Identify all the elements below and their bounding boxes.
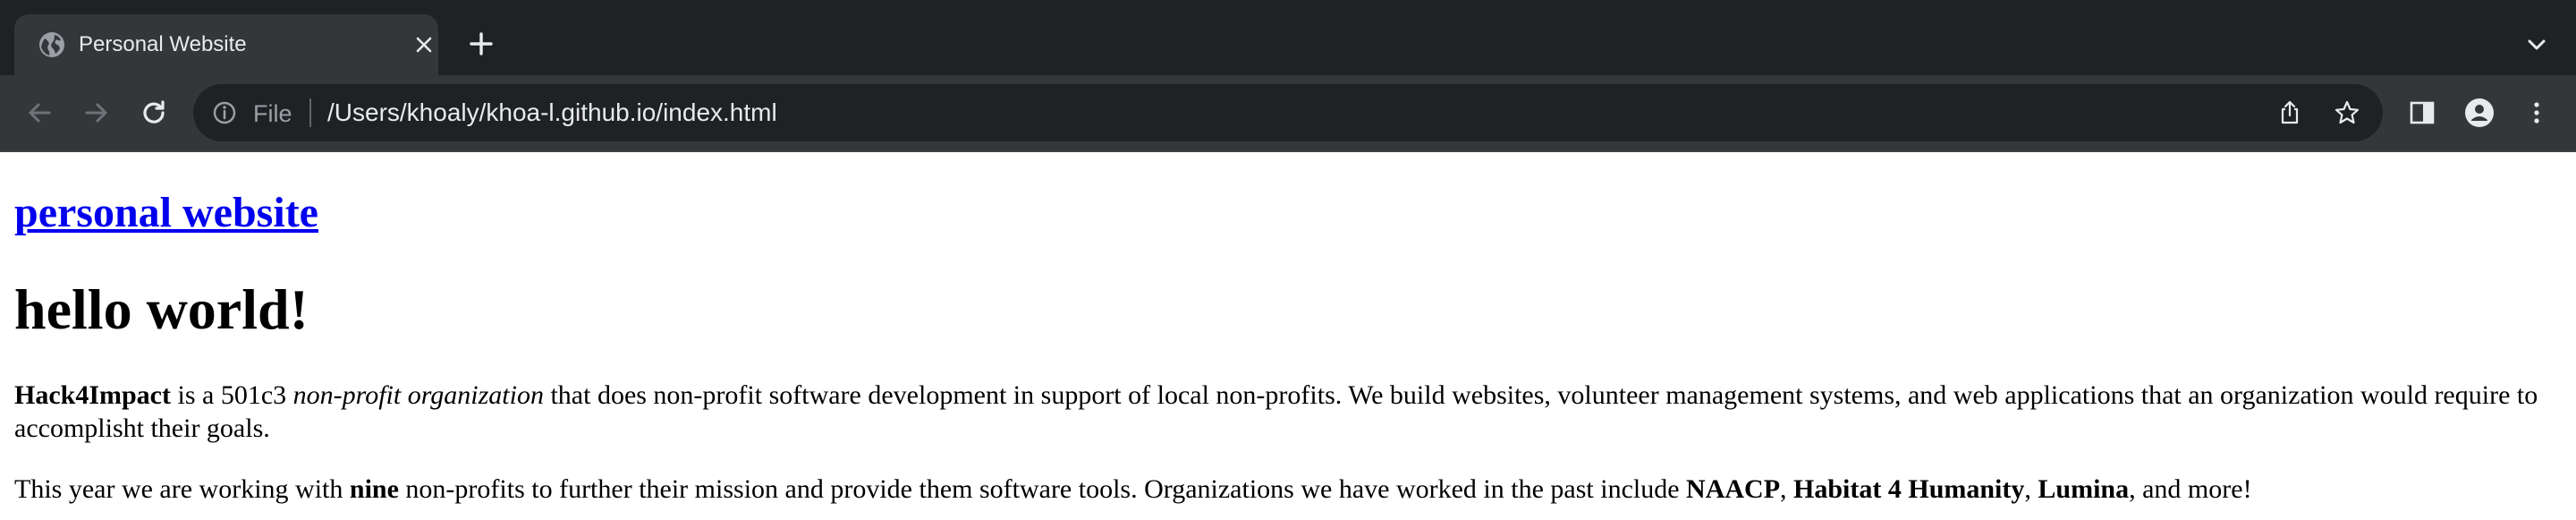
tab-strip: Personal Website — [0, 0, 2576, 75]
separator: , — [2024, 474, 2038, 504]
intro-paragraph: Hack4Impact is a 501c3 non-profit organi… — [14, 379, 2555, 445]
address-bar[interactable]: File /Users/khoaly/khoa-l.github.io/inde… — [193, 84, 2383, 141]
scheme-label: File — [253, 100, 292, 127]
reload-icon[interactable] — [136, 95, 172, 131]
profile-icon[interactable] — [2462, 95, 2497, 131]
browser-toolbar: File /Users/khoaly/khoa-l.github.io/inde… — [0, 75, 2576, 150]
close-icon[interactable] — [411, 32, 436, 57]
tab-personal-website[interactable]: Personal Website — [14, 14, 438, 75]
side-panel-icon[interactable] — [2404, 95, 2440, 131]
scheme-divider — [309, 98, 311, 127]
share-icon[interactable] — [2275, 98, 2304, 127]
org-type: non-profit organization — [292, 380, 544, 410]
globe-icon — [39, 32, 64, 57]
chevron-down-icon[interactable] — [2524, 32, 2549, 57]
partner-lumina: Lumina — [2038, 474, 2130, 504]
partners-text-c: , and more! — [2129, 474, 2252, 504]
partners-text-b: non-profits to further their mission and… — [398, 474, 1687, 504]
info-icon[interactable] — [211, 99, 238, 126]
nonprofit-count: nine — [349, 474, 399, 504]
page-heading: hello world! — [14, 277, 309, 341]
intro-text-a: is a 501c3 — [171, 380, 293, 410]
star-icon[interactable] — [2333, 98, 2361, 127]
partner-naacp: NAACP — [1686, 474, 1781, 504]
org-name: Hack4Impact — [14, 380, 171, 410]
kebab-menu-icon[interactable] — [2519, 95, 2555, 131]
partners-text-a: This year we are working with — [14, 474, 350, 504]
partners-paragraph: This year we are working with nine non-p… — [14, 473, 2555, 506]
back-arrow-icon[interactable] — [21, 95, 57, 131]
forward-arrow-icon[interactable] — [79, 95, 114, 131]
partner-habitat: Habitat 4 Humanity — [1793, 474, 2025, 504]
url-text[interactable]: /Users/khoaly/khoa-l.github.io/index.htm… — [327, 99, 777, 126]
site-title-link[interactable]: personal website — [14, 188, 318, 238]
page-content: personal website hello world! Hack4Impac… — [0, 152, 2576, 520]
separator: , — [1780, 474, 1794, 504]
plus-icon[interactable] — [468, 30, 495, 57]
tab-title: Personal Website — [79, 32, 247, 56]
